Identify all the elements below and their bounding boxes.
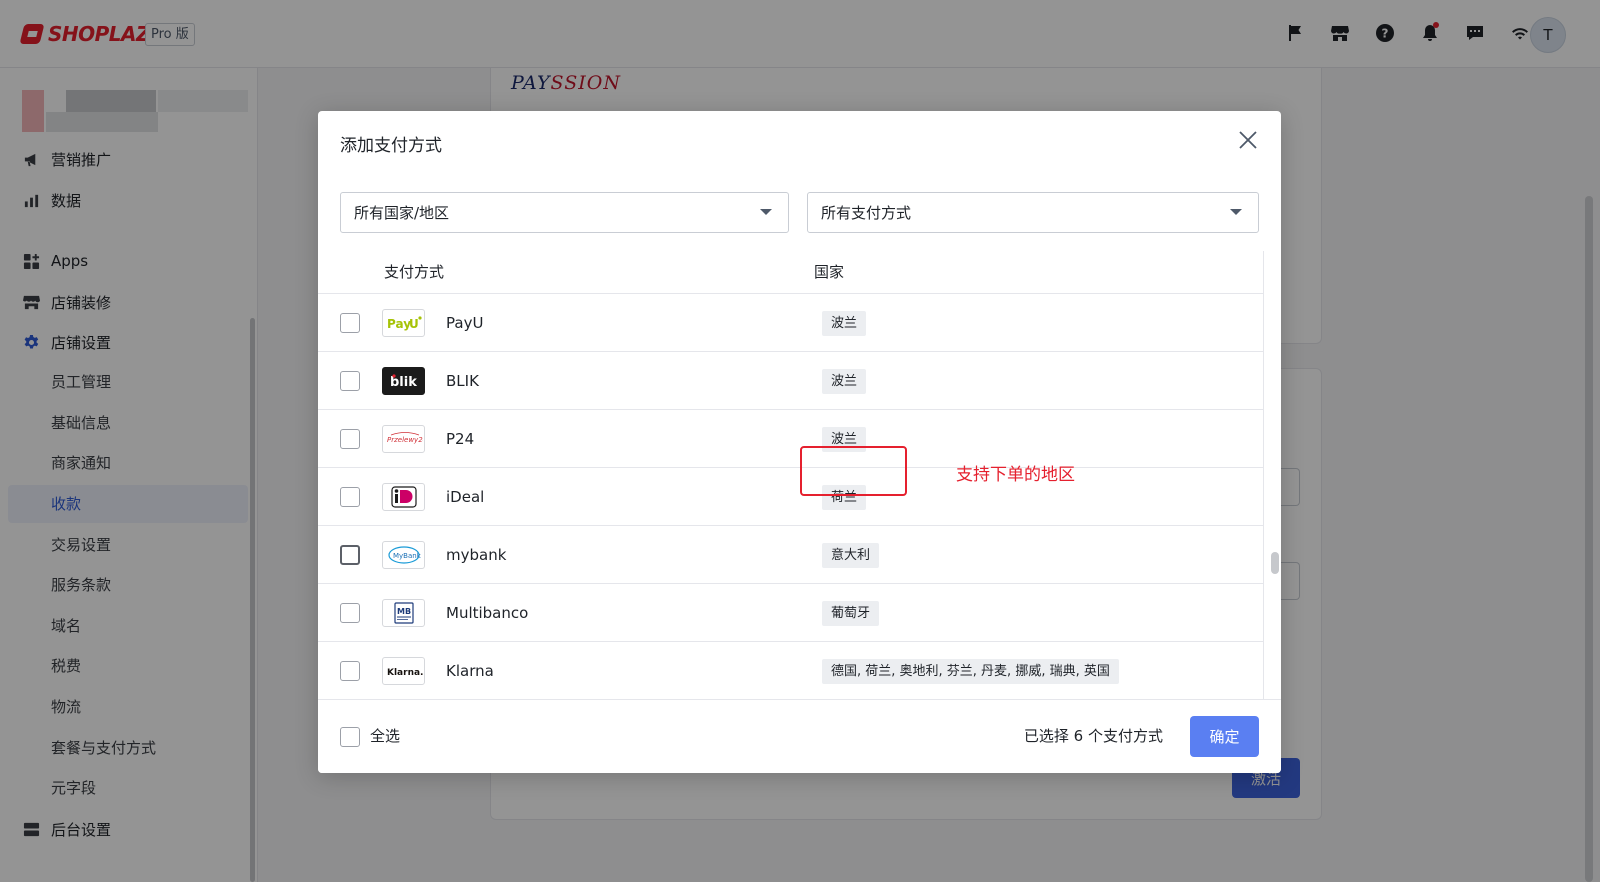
klarna-logo: Klarna.: [382, 657, 425, 685]
country-tag: 波兰: [822, 369, 867, 394]
table-row[interactable]: MyBank mybank 意大利: [318, 526, 1263, 584]
svg-text:MyBank: MyBank: [393, 552, 421, 560]
payu-logo: Pay U: [382, 309, 425, 337]
table-row[interactable]: blik BLIK 波兰: [318, 352, 1263, 410]
chevron-down-icon: [1230, 209, 1242, 215]
svg-text:U: U: [409, 317, 419, 331]
country-filter-value: 所有国家/地区: [354, 204, 450, 222]
annotation-text: 支持下单的地区: [956, 465, 1075, 485]
payment-method-name: Multibanco: [446, 604, 529, 622]
payment-method-name: BLIK: [446, 372, 479, 390]
payment-methods-table: 支付方式 国家 Pay U PayU 波兰 blik BLIK 波兰 Przele…: [318, 251, 1263, 699]
row-checkbox[interactable]: [340, 545, 360, 565]
payment-method-name: mybank: [446, 546, 507, 564]
country-tag: 葡萄牙: [822, 601, 880, 626]
modal-title: 添加支付方式: [340, 136, 442, 156]
row-checkbox[interactable]: [340, 313, 360, 333]
table-row[interactable]: Pay U PayU 波兰: [318, 294, 1263, 352]
column-header-country: 国家: [814, 263, 845, 281]
select-all-checkbox[interactable]: [340, 727, 360, 747]
table-row[interactable]: iDeal 荷兰: [318, 468, 1263, 526]
payment-method-name: Klarna: [446, 662, 494, 680]
payment-method-name: P24: [446, 430, 475, 448]
payment-method-filter-select[interactable]: 所有支付方式: [807, 192, 1259, 233]
column-header-method: 支付方式: [384, 263, 445, 281]
select-all-label[interactable]: 全选: [370, 725, 400, 746]
svg-text:Klarna.: Klarna.: [387, 668, 423, 678]
przelewy24-logo: Przelewy24: [382, 425, 425, 453]
row-checkbox[interactable]: [340, 429, 360, 449]
close-icon[interactable]: [1235, 127, 1261, 153]
multibanco-logo: MB: [382, 599, 425, 627]
svg-text:Pay: Pay: [387, 317, 411, 331]
mybank-logo: MyBank: [382, 541, 425, 569]
selected-count-text: 已选择 6 个支付方式: [1023, 727, 1163, 745]
table-row[interactable]: Klarna. Klarna 德国, 荷兰, 奥地利, 芬兰, 丹麦, 挪威, …: [318, 642, 1263, 699]
modal-footer: 全选 已选择 6 个支付方式 确定: [318, 699, 1281, 773]
table-row[interactable]: MB Multibanco 葡萄牙: [318, 584, 1263, 642]
table-scrollbar[interactable]: [1271, 552, 1279, 574]
ideal-logo: [382, 483, 425, 511]
table-row[interactable]: Przelewy24 P24 波兰: [318, 410, 1263, 468]
chevron-down-icon: [760, 209, 772, 215]
annotation-highlight-box: [800, 446, 907, 496]
country-filter-select[interactable]: 所有国家/地区: [340, 192, 789, 233]
country-tag: 意大利: [822, 543, 880, 568]
country-tag: 德国, 荷兰, 奥地利, 芬兰, 丹麦, 挪威, 瑞典, 英国: [822, 659, 1119, 684]
blik-logo: blik: [382, 367, 425, 395]
row-checkbox[interactable]: [340, 661, 360, 681]
payment-method-name: PayU: [446, 314, 484, 332]
method-filter-value: 所有支付方式: [821, 204, 912, 222]
row-checkbox[interactable]: [340, 603, 360, 623]
country-tag: 波兰: [822, 311, 867, 336]
row-checkbox[interactable]: [340, 371, 360, 391]
payment-method-name: iDeal: [446, 488, 485, 506]
confirm-button[interactable]: 确定: [1190, 716, 1259, 757]
add-payment-method-modal: 添加支付方式 所有国家/地区 所有支付方式 支付方式 国家 Pay U PayU …: [318, 111, 1281, 773]
row-checkbox[interactable]: [340, 487, 360, 507]
svg-text:Przelewy24: Przelewy24: [387, 436, 423, 444]
svg-text:MB: MB: [397, 607, 411, 616]
